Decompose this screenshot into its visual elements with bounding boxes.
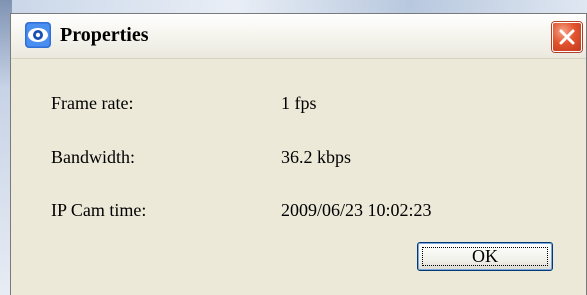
bandwidth-label: Bandwidth: [51,147,135,167]
ip-cam-time-value: 2009/06/23 10:02:23 [281,200,432,220]
properties-dialog: Properties Frame rate: 1 fps Bandwidth: … [10,13,587,295]
ok-button[interactable]: OK [417,242,553,271]
title-bar[interactable]: Properties [11,14,586,59]
eye-app-icon [25,22,51,48]
dialog-content: Frame rate: 1 fps Bandwidth: 36.2 kbps I… [11,59,586,295]
ip-cam-time-label: IP Cam time: [51,200,147,220]
frame-rate-label: Frame rate: [51,93,134,113]
close-icon [559,29,575,45]
close-button[interactable] [552,22,582,52]
frame-rate-value: 1 fps [281,93,317,113]
ok-button-label: OK [472,246,498,266]
bandwidth-value: 36.2 kbps [281,147,352,167]
dialog-title: Properties [60,24,149,46]
